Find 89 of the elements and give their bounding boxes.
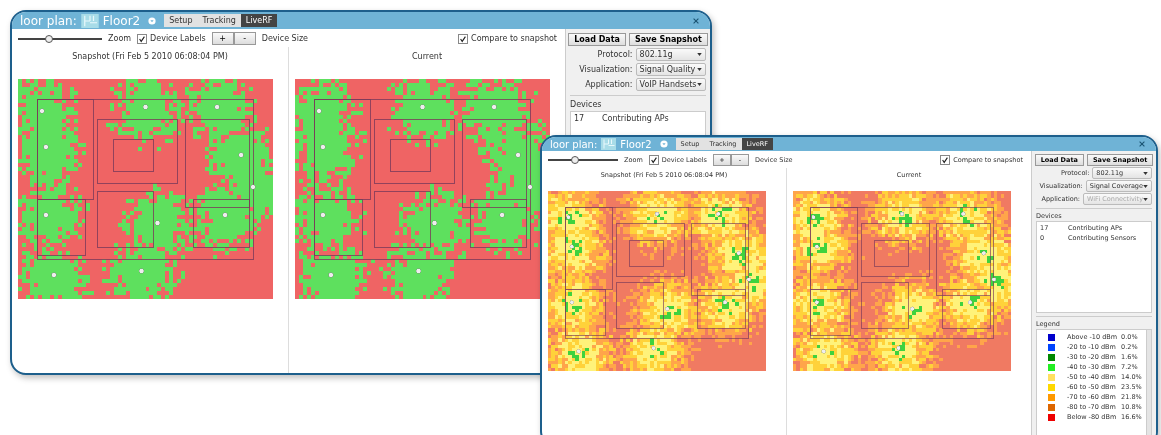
zoom-slider[interactable] <box>18 34 102 43</box>
access-point-marker <box>419 104 426 110</box>
access-point-marker <box>154 220 161 226</box>
device-size-label: Device Size <box>261 34 309 43</box>
access-point-marker <box>566 215 571 220</box>
device-labels-checkbox[interactable]: Device Labels <box>137 33 206 44</box>
field-label: Application: <box>584 80 633 89</box>
checkmark-icon <box>941 156 950 164</box>
dropdown-field[interactable]: 802.11g <box>635 48 706 61</box>
access-point-marker <box>576 349 581 354</box>
window-title: loor plan: <box>550 138 598 150</box>
field-label: Protocol: <box>596 50 633 59</box>
access-point-marker <box>899 211 905 217</box>
caret-icon <box>697 53 702 56</box>
access-point-marker <box>967 300 973 305</box>
access-point-marker <box>320 144 326 150</box>
access-point-marker <box>910 306 915 311</box>
tab[interactable]: Setup <box>164 14 198 27</box>
device-count: 17 <box>574 114 586 123</box>
access-point-marker <box>569 244 575 249</box>
access-point-marker <box>238 152 244 158</box>
access-point-marker <box>651 345 656 351</box>
access-point-marker <box>328 272 334 278</box>
access-point-marker <box>415 268 422 274</box>
floor-name: Floor2 <box>102 13 141 28</box>
access-point-marker <box>499 212 505 218</box>
tab[interactable]: Tracking <box>197 14 241 27</box>
access-point-marker <box>569 300 575 305</box>
access-point-marker <box>896 345 901 351</box>
access-point-marker <box>320 212 326 218</box>
action-button[interactable]: Load Data <box>568 33 626 46</box>
caret-icon <box>1143 197 1148 201</box>
scrollbar[interactable] <box>1146 330 1151 435</box>
field-label: Visualization: <box>578 65 633 74</box>
dropdown-icon[interactable] <box>148 16 157 25</box>
checkmark-icon <box>649 156 658 164</box>
access-point-marker <box>991 277 997 282</box>
access-point-marker <box>814 244 820 249</box>
close-icon[interactable] <box>692 16 700 25</box>
access-point-marker <box>214 104 220 110</box>
compare-checkbox[interactable]: Compare to snapshot <box>458 33 557 44</box>
access-point-marker <box>43 212 49 218</box>
access-point-marker <box>814 300 820 305</box>
window-title: loor plan: <box>20 13 77 28</box>
access-point-marker <box>811 215 816 220</box>
access-point-marker <box>491 104 497 110</box>
access-point-marker <box>222 212 228 218</box>
floor-name: Floor2 <box>620 138 652 150</box>
caret-icon <box>1143 171 1148 175</box>
dropdown-icon[interactable] <box>659 140 668 148</box>
floor-plan-icon <box>601 138 617 150</box>
access-point-marker <box>981 251 986 256</box>
access-point-marker <box>961 211 966 217</box>
access-point-marker <box>51 272 57 278</box>
access-point-marker <box>316 108 322 114</box>
access-point-marker <box>722 300 728 305</box>
section-label: Devices <box>570 95 706 109</box>
size-button[interactable]: - <box>233 32 256 45</box>
dropdown-field[interactable]: VoIP Handsets <box>635 78 706 91</box>
caret-icon <box>697 83 702 86</box>
access-point-marker <box>665 306 670 311</box>
size-button[interactable]: + <box>211 32 234 45</box>
access-point-marker <box>138 268 145 274</box>
access-point-marker <box>43 144 49 150</box>
access-point-marker <box>654 211 660 217</box>
access-point-marker <box>431 220 438 226</box>
zoom-slider[interactable] <box>548 156 618 164</box>
dropdown-field[interactable]: Signal Quality <box>635 63 706 76</box>
access-point-marker <box>527 184 533 190</box>
floor-plan-icon <box>80 13 99 28</box>
checkmark-icon <box>459 34 468 43</box>
access-point-marker <box>39 108 45 114</box>
tab[interactable]: LiveRF <box>240 14 278 27</box>
access-point-marker <box>250 184 256 190</box>
access-point-marker <box>746 277 752 282</box>
access-point-marker <box>515 152 521 158</box>
action-button[interactable]: Save Snapshot <box>628 33 708 46</box>
access-point-marker <box>736 251 741 256</box>
zoom-label: Zoom <box>108 34 132 43</box>
caret-icon <box>1143 184 1148 188</box>
panel-title: Snapshot (Fri Feb 5 2010 06:08:04 PM) <box>72 52 228 61</box>
checkmark-icon <box>138 34 147 43</box>
close-icon[interactable] <box>1138 140 1146 148</box>
access-point-marker <box>821 349 826 354</box>
access-point-marker <box>142 104 149 110</box>
access-point-marker <box>716 211 721 217</box>
device-type: Contributing APs <box>602 114 669 123</box>
panel-title: Current <box>411 52 442 61</box>
caret-icon <box>697 68 702 71</box>
